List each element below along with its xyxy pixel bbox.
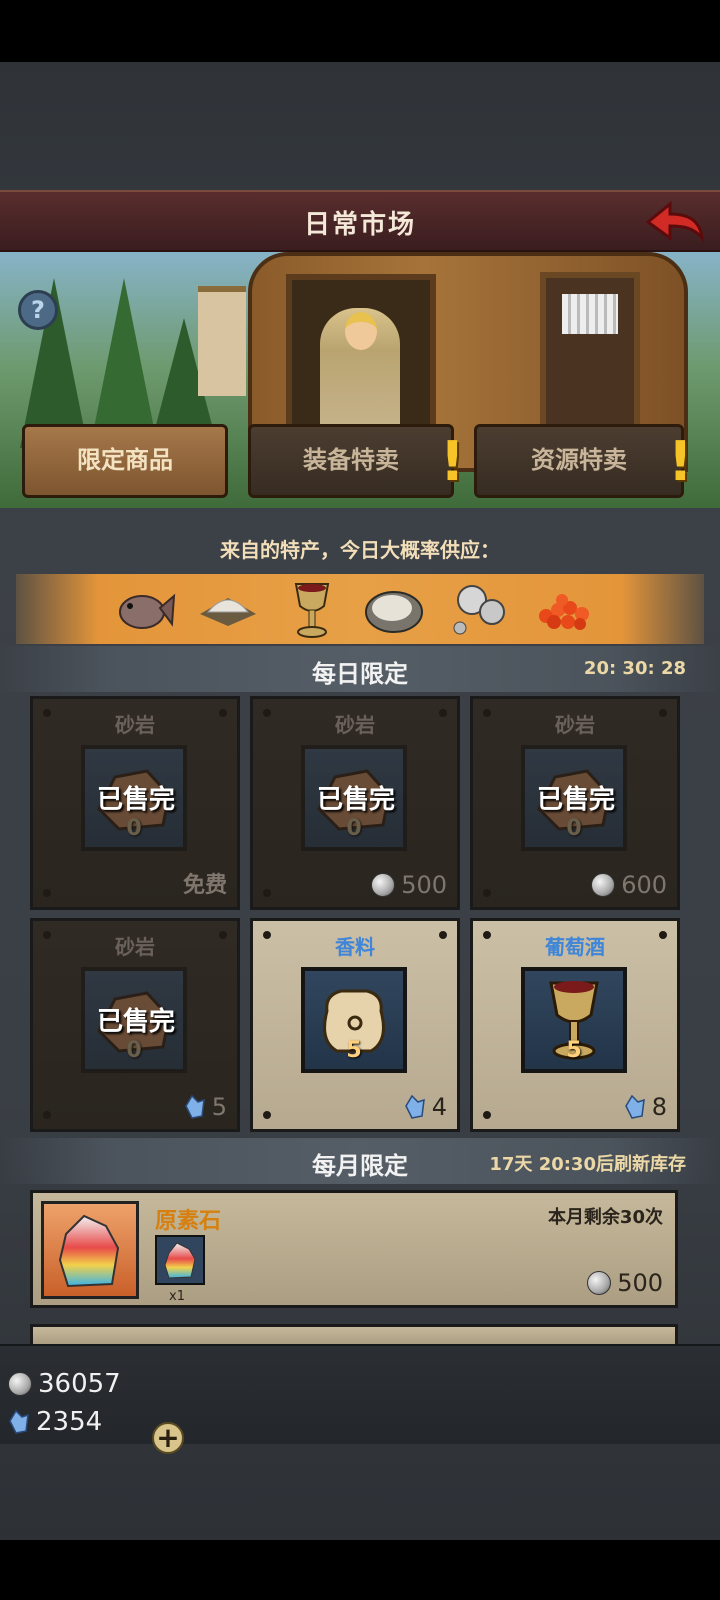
item-price: 免费 [182,873,227,898]
gem-amount: 2354 [36,1407,103,1437]
item-image [41,1201,139,1299]
daily-item-card[interactable]: 香料 5 4 [250,918,460,1132]
title-bar: 日常市场 [0,190,720,252]
navigation-bar-area [0,1540,720,1600]
item-price: 600 [591,871,667,899]
blue-gem-icon [184,1094,205,1119]
price-value: 500 [617,1269,663,1297]
element-stone-icon [58,1214,120,1288]
item-name: 砂岩 [115,935,155,959]
daily-item-card[interactable]: 砂岩 0 已售完 5 [30,918,240,1132]
pearls-icon [453,585,505,635]
specialty-title: 来自的特产，今日大概率供应： [220,538,500,562]
item-price: 8 [624,1093,667,1121]
item-name: 葡萄酒 [545,935,605,959]
blue-gem-icon [624,1094,645,1119]
wine-goblet-icon [294,583,330,638]
silver-coin-icon [371,873,396,897]
item-name: 砂岩 [555,713,595,737]
tab-label: 装备特卖 [303,446,399,474]
merchant-banner: ? 限定商品 装备特卖 ! 资源特卖 ! [0,252,720,508]
tab-equipment-sale[interactable]: 装备特卖 [248,424,454,498]
help-icon[interactable]: ? [18,290,58,330]
remaining-count: 本月剩余30次 [547,1207,663,1228]
daily-refresh-timer: 20: 30: 28 [583,658,686,679]
merchant-head [345,312,377,350]
item-count: 5 [566,1038,582,1063]
reward-slot [155,1235,205,1285]
sold-out-label: 已售完 [316,785,395,815]
alert-exclamation-icon: ! [668,430,693,493]
item-price: 500 [587,1269,663,1297]
status-bar-area [0,0,720,62]
daily-section-header: 每日限定 20: 30: 28 [0,646,720,692]
tab-label: 限定商品 [77,446,173,474]
silver-coin-icon [591,873,616,897]
item-icon-box: 5 [301,967,407,1073]
silver-coin-icon [8,1372,32,1396]
daily-item-card[interactable]: 葡萄酒 5 8 [470,918,680,1132]
item-icon-box: 5 [521,967,627,1073]
back-arrow-icon[interactable] [644,200,706,244]
monthly-item-card-partial [30,1324,678,1344]
oyster-icon [365,591,423,633]
item-count: 0 [126,816,142,841]
coin-amount: 36057 [38,1369,121,1399]
sold-out-label: 已售完 [96,785,175,815]
alert-exclamation-icon: ! [440,430,465,493]
item-price: 5 [184,1093,227,1121]
price-value: 4 [431,1093,447,1121]
page-title: 日常市场 [303,210,416,240]
tab-label: 资源特卖 [531,446,627,474]
monthly-item-card[interactable]: 原素石 本月剩余30次 x1 500 [30,1190,678,1308]
coin-balance: 36057 [0,1366,170,1402]
silver-coin-icon [587,1271,612,1295]
fish-icon [119,593,176,629]
item-count: 5 [346,1038,362,1063]
sold-out-label: 已售完 [96,1007,175,1037]
tab-limited-goods[interactable]: 限定商品 [22,424,228,498]
item-price: 500 [371,871,447,899]
caviar-icon [539,594,589,630]
item-count: 0 [126,1038,142,1063]
blue-gem-icon [404,1094,425,1119]
price-value: 600 [621,871,667,899]
item-name: 原素石 [155,1209,222,1234]
monthly-refresh-timer: 17天 20:30后刷新库存 [489,1154,686,1175]
item-name: 香料 [335,935,375,959]
tab-resource-sale[interactable]: 资源特卖 [474,424,684,498]
salt-icon [200,598,256,626]
sold-out-label: 已售完 [536,785,615,815]
add-gems-button[interactable]: + [152,1422,184,1454]
daily-item-card[interactable]: 砂岩 0 已售完 600 [470,696,680,910]
item-count: 0 [566,816,582,841]
daily-item-card[interactable]: 砂岩 0 已售完 500 [250,696,460,910]
item-count: 0 [346,816,362,841]
item-name: 砂岩 [115,713,155,737]
banner-flag [198,286,246,396]
element-stone-icon [164,1242,196,1279]
tree-decoration [90,278,158,448]
blue-gem-icon [9,1409,29,1434]
price-value: 8 [651,1093,667,1121]
price-value: 5 [211,1093,227,1121]
monthly-section-header: 每月限定 17天 20:30后刷新库存 [0,1138,720,1184]
gem-balance: 2354 [0,1404,170,1440]
daily-item-card[interactable]: 砂岩 0 已售完 免费 [30,696,240,910]
price-value: 500 [401,871,447,899]
item-name: 砂岩 [335,713,375,737]
door-curtain [562,294,618,334]
reward-quantity: x1 [169,1289,185,1304]
item-price: 4 [404,1093,447,1121]
